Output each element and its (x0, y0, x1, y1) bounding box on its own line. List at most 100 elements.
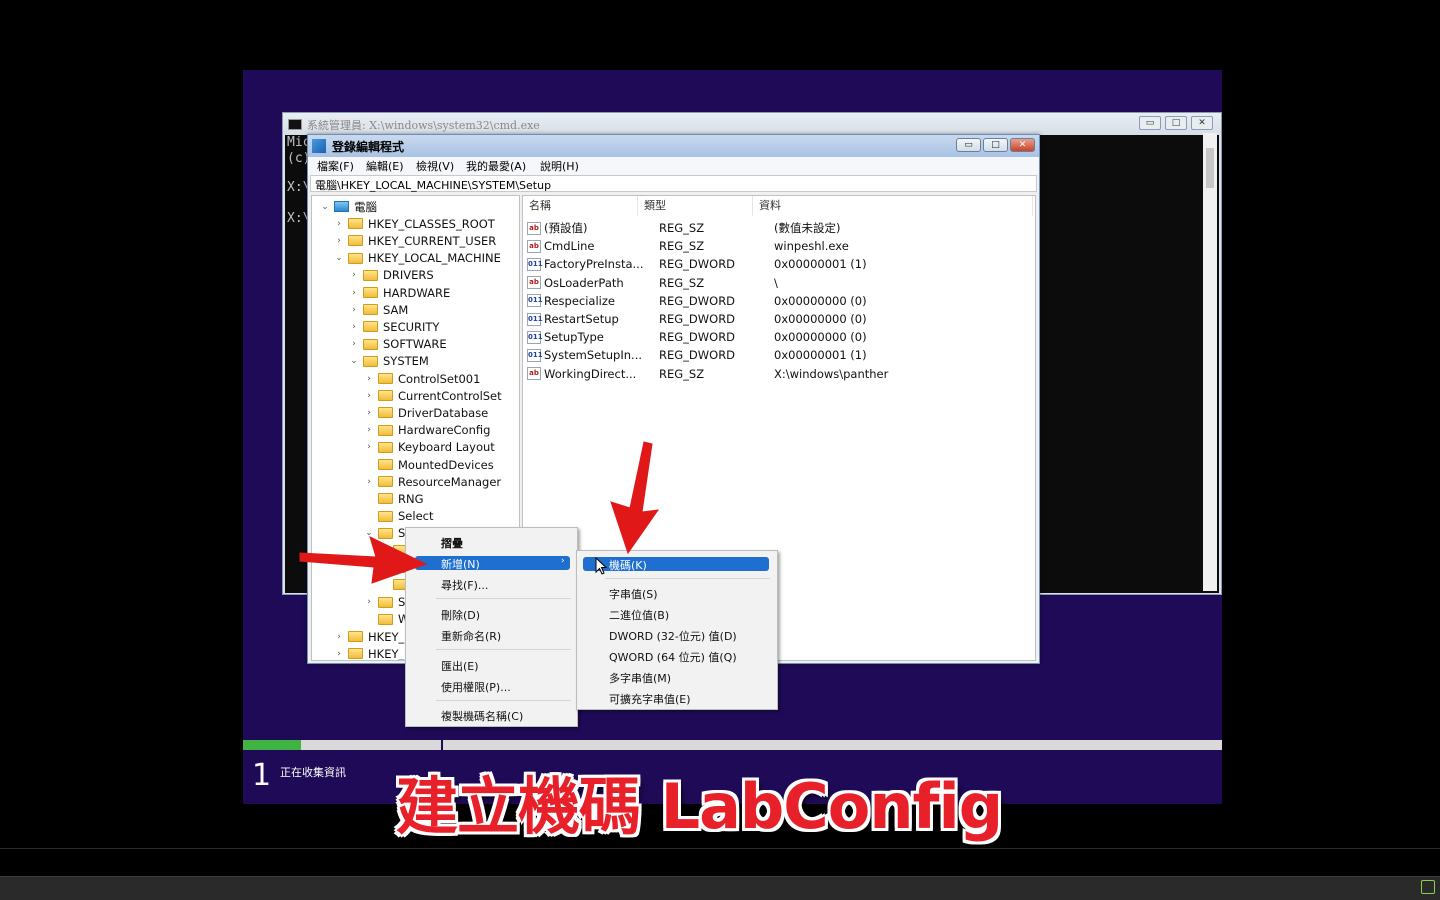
chevron-right-icon[interactable]: › (349, 270, 359, 280)
tree-node[interactable]: MountedDevices (364, 456, 494, 473)
menu-item-export[interactable]: 匯出(E) (441, 658, 479, 674)
tree-node[interactable]: › CurrentControlSet (364, 387, 501, 404)
regedit-titlebar[interactable]: 登錄編輯程式 ▭ □ ✕ (308, 135, 1039, 157)
scrollbar-thumb[interactable] (1206, 148, 1214, 188)
column-header-type[interactable]: 類型 (638, 196, 753, 216)
value-row[interactable]: 011 SetupType REG_DWORD 0x00000000 (0) (527, 328, 1027, 346)
close-button[interactable]: ✕ (1010, 138, 1035, 152)
menu-item-binary-value[interactable]: 二進位值(B) (609, 607, 669, 623)
tree-node-label: HKEY_CLASSES_ROOT (368, 216, 495, 231)
tree-node[interactable]: Select (364, 508, 433, 525)
string-value-icon: ab (527, 367, 541, 381)
chevron-right-icon[interactable]: › (364, 391, 374, 401)
binary-value-icon: 011 (527, 312, 543, 326)
value-name: SetupType (544, 330, 604, 345)
minimize-button[interactable]: ▭ (956, 138, 981, 152)
menu-file[interactable]: 檔案(F) (317, 158, 354, 174)
menu-view[interactable]: 檢視(V) (416, 158, 454, 174)
minimize-button[interactable]: ▭ (1139, 116, 1161, 130)
chevron-right-icon[interactable]: › (364, 442, 374, 452)
column-header-data[interactable]: 資料 (753, 196, 1033, 216)
tree-node[interactable]: › DriverDatabase (364, 404, 488, 421)
value-row[interactable]: 011 Respecialize REG_DWORD 0x00000000 (0) (527, 292, 1027, 310)
value-row[interactable]: 011 SystemSetupIn... REG_DWORD 0x00000001 (… (527, 346, 1027, 364)
cmd-titlebar[interactable]: 系統管理員: X:\windows\system32\cmd.exe ▭ □ ✕ (283, 113, 1221, 135)
red-arrow-icon (610, 441, 660, 555)
tree-node-label: MountedDevices (398, 457, 494, 472)
menu-item-expandable-string-value[interactable]: 可擴充字串值(E) (609, 691, 691, 707)
menu-item-copy-key-name[interactable]: 複製機碼名稱(C) (441, 708, 523, 724)
progress-track (243, 740, 1222, 750)
tree-node[interactable]: ⌄ 電腦 (320, 198, 377, 215)
tree-node-label: Select (398, 509, 434, 524)
cmd-scrollbar[interactable] (1203, 133, 1217, 591)
tree-node[interactable]: › HARDWARE (349, 284, 450, 301)
tree-node[interactable]: › HKEY_U (334, 628, 412, 645)
value-row[interactable]: ab CmdLine REG_SZ winpeshl.exe (527, 237, 1027, 255)
menu-favorites[interactable]: 我的最愛(A) (466, 158, 526, 174)
tree-node[interactable]: › SECURITY (349, 318, 439, 335)
close-button[interactable]: ✕ (1191, 116, 1213, 130)
tree-node[interactable]: › ResourceManager (364, 473, 501, 490)
chevron-right-icon[interactable]: › (364, 425, 374, 435)
tree-node[interactable]: › DRIVERS (349, 267, 433, 284)
menu-item-qword-value[interactable]: QWORD (64 位元) 值(Q) (609, 649, 737, 665)
column-header-name[interactable]: 名稱 (523, 196, 638, 216)
tree-node[interactable]: ⌄ SYSTEM (349, 353, 429, 370)
chevron-down-icon[interactable]: ⌄ (349, 356, 359, 366)
chevron-right-icon[interactable]: › (334, 632, 344, 642)
tree-node[interactable]: › SAM (349, 301, 408, 318)
menu-edit[interactable]: 編輯(E) (366, 158, 404, 174)
chevron-down-icon[interactable]: ⌄ (334, 253, 344, 263)
menu-item-collapse[interactable]: 摺疊 (441, 535, 463, 551)
tree-node[interactable]: › HKEY_C (334, 645, 412, 660)
chevron-right-icon[interactable]: › (334, 219, 344, 229)
value-row[interactable]: 011 RestartSetup REG_DWORD 0x00000000 (0) (527, 310, 1027, 328)
chevron-right-icon[interactable]: › (334, 236, 344, 246)
menu-help[interactable]: 說明(H) (540, 158, 579, 174)
value-row[interactable]: 011 FactoryPreInsta... REG_DWORD 0x00000001… (527, 255, 1027, 273)
tree-node[interactable]: › ControlSet001 (364, 370, 480, 387)
string-value-icon: ab (527, 276, 541, 290)
tree-node[interactable]: › SOFTWARE (349, 336, 446, 353)
chevron-right-icon[interactable]: › (364, 408, 374, 418)
chevron-right-icon[interactable]: › (364, 374, 374, 384)
tree-node[interactable]: › Keyboard Layout (364, 439, 495, 456)
maximize-button[interactable]: □ (983, 138, 1008, 152)
menu-item-string-value[interactable]: 字串值(S) (609, 586, 658, 602)
menu-item-dword-value[interactable]: DWORD (32-位元) 值(D) (609, 628, 737, 644)
chevron-right-icon[interactable]: › (334, 649, 344, 659)
tree-node[interactable]: RNG (364, 490, 424, 507)
chevron-right-icon[interactable]: › (364, 597, 374, 607)
value-row[interactable]: ab (預設值) REG_SZ (數值未設定) (527, 219, 1027, 237)
chevron-down-icon[interactable]: ⌄ (320, 202, 330, 212)
folder-icon (363, 304, 378, 316)
menu-item-find[interactable]: 尋找(F)... (441, 577, 488, 593)
address-bar[interactable]: 電腦\HKEY_LOCAL_MACHINE\SYSTEM\Setup (310, 175, 1037, 192)
value-row[interactable]: ab OsLoaderPath REG_SZ \ (527, 274, 1027, 292)
progress-fill (243, 740, 301, 750)
menu-item-permissions[interactable]: 使用權限(P)... (441, 679, 511, 695)
value-type: REG_DWORD (659, 293, 736, 308)
tree-node[interactable]: ⌄ HKEY_LOCAL_MACHINE (334, 250, 501, 267)
menu-item-new[interactable]: 新增(N) (441, 556, 480, 572)
menu-item-delete[interactable]: 刪除(D) (441, 607, 480, 623)
tree-node-label: SAM (383, 302, 409, 317)
menu-item-multi-string-value[interactable]: 多字串值(M) (609, 670, 671, 686)
maximize-button[interactable]: □ (1165, 116, 1187, 130)
menu-item-rename[interactable]: 重新命名(R) (441, 628, 501, 644)
chevron-right-icon[interactable]: › (349, 305, 359, 315)
chevron-right-icon[interactable]: › (364, 477, 374, 487)
chevron-right-icon[interactable]: › (349, 339, 359, 349)
folder-icon (363, 269, 378, 281)
chevron-right-icon[interactable]: › (349, 288, 359, 298)
chevron-right-icon[interactable]: › (349, 322, 359, 332)
tree-node[interactable]: W (364, 611, 409, 628)
folder-icon (348, 218, 363, 230)
screen-icon[interactable] (1421, 880, 1435, 894)
tree-node[interactable]: › HardwareConfig (364, 422, 490, 439)
menu-item-key[interactable]: 機碼(K) (609, 557, 647, 573)
tree-node[interactable]: › HKEY_CLASSES_ROOT (334, 215, 495, 232)
value-row[interactable]: ab WorkingDirect... REG_SZ X:\windows\panth… (527, 365, 1027, 383)
tree-node[interactable]: › HKEY_CURRENT_USER (334, 232, 496, 249)
